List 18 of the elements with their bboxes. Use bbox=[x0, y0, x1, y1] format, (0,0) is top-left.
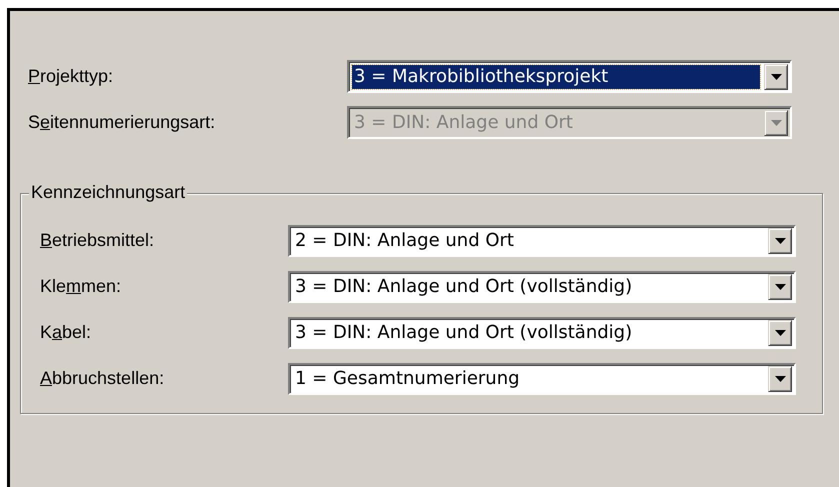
field-label: Abbruchstellen: bbox=[40, 368, 166, 389]
dropdown[interactable]: 3 = DIN: Anlage und Ort (vollständig) bbox=[288, 316, 796, 348]
dropdown[interactable]: 3 = Makrobibliotheksprojekt bbox=[347, 60, 792, 93]
caret-icon bbox=[770, 120, 782, 126]
field-label: Betriebsmittel: bbox=[40, 230, 156, 251]
group-title: Kennzeichnungsart bbox=[29, 182, 188, 203]
field-label: Seitennumerierungsart: bbox=[28, 112, 216, 133]
field-label: Klemmen: bbox=[40, 276, 122, 297]
caret-icon bbox=[774, 330, 786, 336]
caret-icon bbox=[774, 238, 786, 244]
dropdown[interactable]: 3 = DIN: Anlage und Ort (vollständig) bbox=[288, 270, 796, 302]
dropdown[interactable]: 2 = DIN: Anlage und Ort bbox=[288, 224, 796, 256]
caret-icon bbox=[774, 376, 786, 382]
dropdown[interactable]: 1 = Gesamtnumerierung bbox=[288, 362, 796, 394]
field-label: Projekttyp: bbox=[28, 66, 114, 87]
caret-icon bbox=[770, 74, 782, 80]
field-label: Kabel: bbox=[40, 322, 92, 343]
caret-icon bbox=[774, 284, 786, 290]
